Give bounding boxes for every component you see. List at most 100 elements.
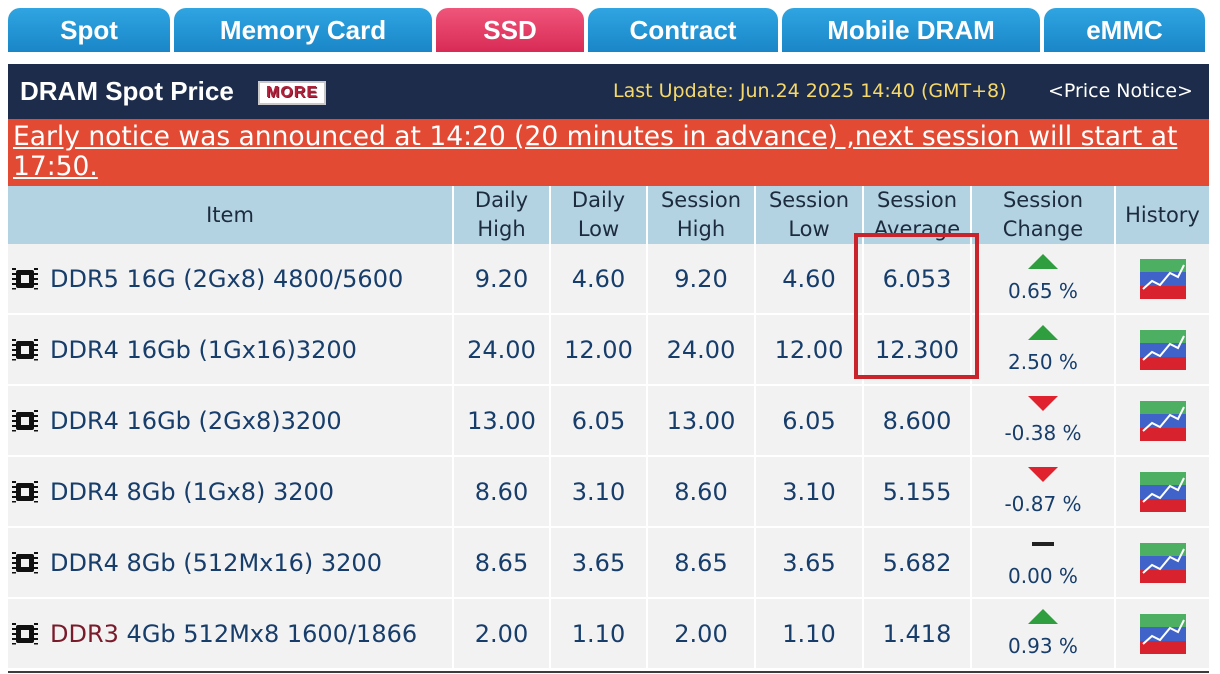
session-average-cell: 5.682 <box>864 528 972 599</box>
header-session-average: Session Average <box>864 186 972 244</box>
session-change-cell: -0.87 % <box>972 457 1116 528</box>
price-notice-link[interactable]: <Price Notice> <box>1048 80 1193 102</box>
session-change-cell: 0.93 % <box>972 599 1116 670</box>
daily-high-cell: 2.00 <box>454 599 551 670</box>
section-header: DRAM Spot Price MORE Last Update: Jun.24… <box>8 64 1209 119</box>
session-high-cell: 8.60 <box>648 457 756 528</box>
table-row: DDR5 16G (2Gx8) 4800/5600 9.20 4.60 9.20 4.6… <box>8 244 1209 315</box>
header-history: History <box>1116 186 1209 244</box>
history-cell <box>1116 599 1209 670</box>
header-session-change: Session Change <box>972 186 1116 244</box>
daily-low-cell: 3.10 <box>551 457 648 528</box>
header-session-low: Session Low <box>756 186 864 244</box>
session-average-cell: 8.600 <box>864 386 972 457</box>
item-cell: DDR4 16Gb (2Gx8)3200 <box>8 386 454 457</box>
session-average-cell: 12.300 <box>864 315 972 386</box>
session-average-cell: 6.053 <box>864 244 972 315</box>
tab-contract[interactable]: Contract <box>588 8 778 52</box>
history-cell <box>1116 386 1209 457</box>
daily-high-cell: 9.20 <box>454 244 551 315</box>
memory-chip-icon <box>12 551 38 574</box>
memory-chip-icon <box>12 409 38 432</box>
daily-low-cell: 3.65 <box>551 528 648 599</box>
history-chart-icon[interactable] <box>1139 542 1186 583</box>
item-name-link[interactable]: DDR4 16Gb (2Gx8)3200 <box>50 407 342 435</box>
table-row: DDR4 8Gb (1Gx8) 3200 8.60 3.10 8.60 3.10 5.15… <box>8 457 1209 528</box>
more-button[interactable]: MORE <box>258 81 326 105</box>
session-low-cell: 3.10 <box>756 457 864 528</box>
early-notice-banner: Early notice was announced at 14:20 (20 … <box>8 119 1209 186</box>
no-change-icon <box>1032 541 1054 546</box>
table-header-row: Item Daily High Daily Low Session High Sess… <box>8 186 1209 244</box>
daily-high-cell: 13.00 <box>454 386 551 457</box>
tab-memory-card[interactable]: Memory Card <box>174 8 432 52</box>
header-item: Item <box>8 186 454 244</box>
change-percent: 0.93 % <box>1008 634 1078 658</box>
table-row: DDR4 8Gb (512Mx16) 3200 8.65 3.65 8.65 3.65 5… <box>8 528 1209 599</box>
session-low-cell: 6.05 <box>756 386 864 457</box>
arrow-up-icon <box>1028 254 1058 269</box>
item-name-link[interactable]: DDR5 16G (2Gx8) 4800/5600 <box>50 265 403 293</box>
change-percent: 0.65 % <box>1008 279 1078 303</box>
product-tabs: Spot Memory Card SSD Contract Mobile DRA… <box>8 8 1205 52</box>
change-percent: 2.50 % <box>1008 350 1078 374</box>
table-bottom-border <box>8 671 1209 673</box>
history-chart-icon[interactable] <box>1139 400 1186 441</box>
tab-mobile-dram[interactable]: Mobile DRAM <box>782 8 1040 52</box>
item-prefix: DDR3 <box>50 619 119 648</box>
arrow-down-icon <box>1028 396 1058 411</box>
session-change-cell: -0.38 % <box>972 386 1116 457</box>
item-name-link[interactable]: DDR4 8Gb (512Mx16) 3200 <box>50 549 382 577</box>
arrow-up-icon <box>1028 325 1058 340</box>
memory-chip-icon <box>12 622 38 645</box>
history-chart-icon[interactable] <box>1139 613 1186 654</box>
item-name-link[interactable]: DDR3 4Gb 512Mx8 1600/1866 <box>50 620 417 648</box>
session-high-cell: 24.00 <box>648 315 756 386</box>
daily-high-cell: 8.65 <box>454 528 551 599</box>
item-name-link[interactable]: DDR4 8Gb (1Gx8) 3200 <box>50 478 334 506</box>
change-percent: 0.00 % <box>1008 563 1078 588</box>
last-update: Last Update: Jun.24 2025 14:40 (GMT+8) <box>613 80 1007 102</box>
arrow-down-icon <box>1028 467 1058 482</box>
memory-chip-icon <box>12 267 38 290</box>
tab-emmc[interactable]: eMMC <box>1044 8 1205 52</box>
item-cell: DDR4 8Gb (512Mx16) 3200 <box>8 528 454 599</box>
header-session-high: Session High <box>648 186 756 244</box>
history-chart-icon[interactable] <box>1139 471 1186 512</box>
table-row: DDR4 16Gb (1Gx16)3200 24.00 12.00 24.00 12.0… <box>8 315 1209 386</box>
memory-chip-icon <box>12 480 38 503</box>
history-chart-icon[interactable] <box>1139 258 1186 299</box>
daily-high-cell: 24.00 <box>454 315 551 386</box>
memory-chip-icon <box>12 338 38 361</box>
session-low-cell: 3.65 <box>756 528 864 599</box>
daily-low-cell: 12.00 <box>551 315 648 386</box>
history-chart-icon[interactable] <box>1139 329 1186 370</box>
session-average-cell: 5.155 <box>864 457 972 528</box>
change-percent: -0.87 % <box>1004 492 1082 516</box>
arrow-up-icon <box>1028 609 1058 624</box>
session-high-cell: 13.00 <box>648 386 756 457</box>
session-high-cell: 2.00 <box>648 599 756 670</box>
table-row: DDR4 16Gb (2Gx8)3200 13.00 6.05 13.00 6.05 8.… <box>8 386 1209 457</box>
session-low-cell: 1.10 <box>756 599 864 670</box>
item-name-link[interactable]: DDR4 16Gb (1Gx16)3200 <box>50 336 357 364</box>
history-cell <box>1116 457 1209 528</box>
daily-low-cell: 4.60 <box>551 244 648 315</box>
section-title: DRAM Spot Price <box>20 76 234 106</box>
history-cell <box>1116 244 1209 315</box>
session-change-cell: 0.00 % <box>972 528 1116 599</box>
tab-spot[interactable]: Spot <box>8 8 170 52</box>
session-low-cell: 12.00 <box>756 315 864 386</box>
daily-low-cell: 6.05 <box>551 386 648 457</box>
item-cell: DDR4 8Gb (1Gx8) 3200 <box>8 457 454 528</box>
tab-ssd[interactable]: SSD <box>436 8 584 52</box>
daily-low-cell: 1.10 <box>551 599 648 670</box>
history-cell <box>1116 315 1209 386</box>
item-label: 4Gb 512Mx8 1600/1866 <box>126 619 418 648</box>
history-cell <box>1116 528 1209 599</box>
item-cell: DDR4 16Gb (1Gx16)3200 <box>8 315 454 386</box>
table-row: DDR3 4Gb 512Mx8 1600/1866 2.00 1.10 2.00 1.1… <box>8 599 1209 670</box>
early-notice-link[interactable]: Early notice was announced at 14:20 (20 … <box>13 122 1203 182</box>
session-high-cell: 8.65 <box>648 528 756 599</box>
session-change-cell: 2.50 % <box>972 315 1116 386</box>
